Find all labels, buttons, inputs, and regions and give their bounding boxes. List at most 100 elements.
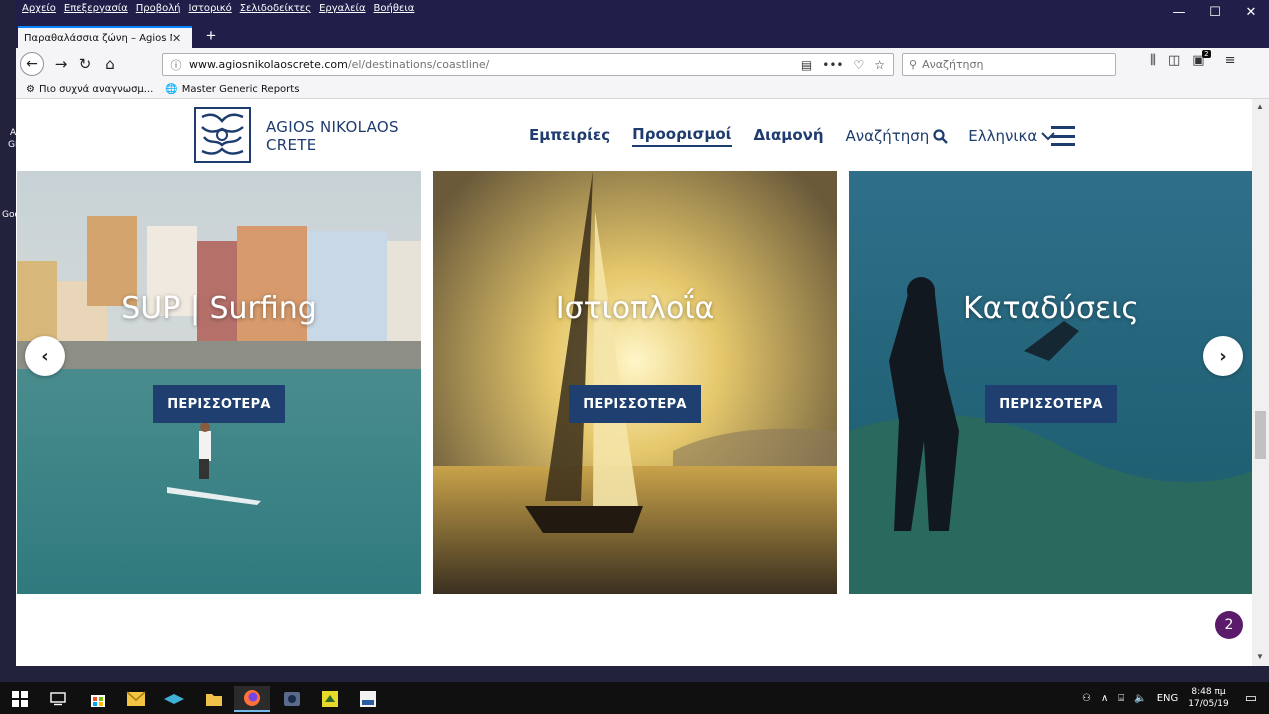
taskbar-app-blue[interactable] [156,686,192,712]
input-language[interactable]: ENG [1157,693,1179,704]
site-info-icon[interactable]: ⓘ [163,57,189,73]
menu-edit[interactable]: Επεξεργασία [64,3,128,14]
open-menu-icon[interactable]: ≡ [1225,53,1236,68]
nav-accommodation[interactable]: Διαμονή [754,126,824,146]
language-label: Ελληνικα [968,127,1038,145]
tab-active[interactable]: Παραθαλάσσια ζώνη – Agios Nikol ✕ [18,26,192,48]
bookmark-master-reports[interactable]: 🌐 Master Generic Reports [165,84,299,95]
main-nav: Εμπειρίες Προορισμοί Διαμονή Αναζήτηση Ε… [529,125,1055,147]
navigation-toolbar: ← → ↻ ⌂ ⓘ www.agiosnikolaoscrete.com /el… [16,48,1269,80]
search-placeholder: Αναζήτηση [922,58,984,71]
more-button[interactable]: ΠΕΡΙΣΣΟΤΕΡΑ [985,385,1117,423]
hamburger-menu-button[interactable] [1051,126,1075,146]
search-icon [933,128,949,144]
search-input[interactable]: ⚲ Αναζήτηση [902,53,1116,76]
language-selector[interactable]: Ελληνικα [968,127,1055,145]
back-button[interactable]: ← [20,52,44,76]
carousel-prev-button[interactable]: ‹ [25,336,65,376]
taskbar-store[interactable] [80,686,116,712]
app-icon [284,692,300,706]
forward-button[interactable]: → [50,53,72,75]
sailboat-photo [433,171,837,594]
url-path: /el/destinations/coastline/ [347,58,490,71]
task-view-icon [50,692,66,706]
taskbar-app-yellow[interactable] [312,686,348,712]
reload-button[interactable]: ↻ [74,53,96,75]
maximize-button[interactable]: ☐ [1197,0,1233,24]
system-tray: ⚇ ∧ ⌸ 🔈 ENG 8:48 πμ 17/05/19 ▭ [1082,682,1269,714]
notifications-icon[interactable]: ▭ [1245,691,1257,706]
diver-photo [849,171,1252,594]
logo-line-1: AGIOS NIKOLAOS [266,118,399,136]
bookmark-star-icon[interactable]: ☆ [874,58,885,72]
taskbar-app-camera[interactable] [274,686,310,712]
tab-title: Παραθαλάσσια ζώνη – Agios Nikol [24,32,172,44]
task-view-button[interactable] [40,686,76,712]
windows-icon [12,691,28,707]
network-icon[interactable]: ⌸ [1118,693,1124,704]
mail-icon [126,691,146,706]
new-tab-button[interactable]: + [200,26,222,46]
nav-destinations[interactable]: Προορισμοί [632,125,732,147]
clock[interactable]: 8:48 πμ 17/05/19 [1188,686,1228,710]
clock-time: 8:48 πμ [1191,687,1226,697]
page-actions-icon[interactable]: ••• [822,58,843,72]
harbor-photo [17,171,421,594]
bookmark-label: Master Generic Reports [181,83,300,95]
site-logo-icon[interactable] [194,107,251,163]
home-button[interactable]: ⌂ [99,53,121,75]
logo-line-2: CRETE [266,136,317,154]
carousel-next-button[interactable]: › [1203,336,1243,376]
nav-experiences[interactable]: Εμπειρίες [529,126,610,146]
scroll-down-icon[interactable]: ▼ [1256,652,1264,661]
menu-help[interactable]: Βοήθεια [374,3,415,14]
more-button[interactable]: ΠΕΡΙΣΣΟΤΕΡΑ [569,385,701,423]
notification-badge[interactable]: 2 [1215,611,1243,639]
taskbar-app-open[interactable] [350,686,386,712]
card-title: SUP | Surfing [121,291,317,326]
more-button[interactable]: ΠΕΡΙΣΣΟΤΕΡΑ [153,385,285,423]
start-button[interactable] [2,686,38,712]
show-hidden-icons[interactable]: ∧ [1101,693,1108,704]
extension-icon[interactable]: ▣ 2 [1192,50,1211,68]
menu-bar: Αρχείο Επεξεργασία Προβολή Ιστορικό Σελι… [22,3,414,14]
app-icon [322,691,338,707]
card-sailing[interactable]: Ιστιοπλοΐα ΠΕΡΙΣΣΟΤΕΡΑ [433,171,837,594]
scroll-up-icon[interactable]: ▲ [1256,102,1264,111]
taskbar: ⚇ ∧ ⌸ 🔈 ENG 8:48 πμ 17/05/19 ▭ [0,682,1269,714]
close-window-button[interactable]: ✕ [1233,0,1269,24]
site-logo-text[interactable]: AGIOS NIKOLAOS CRETE [266,118,399,154]
taskbar-file-explorer[interactable] [196,686,232,712]
bookmark-most-visited[interactable]: ⚙ Πιο συχνά αναγνωσμ... [26,84,153,95]
card-sup-surfing[interactable]: SUP | Surfing ΠΕΡΙΣΣΟΤΕΡΑ [17,171,421,594]
extension-badge: 2 [1202,50,1211,58]
card-diving[interactable]: Καταδύσεις ΠΕΡΙΣΣΟΤΕΡΑ [849,171,1252,594]
card-title: Καταδύσεις [963,291,1139,326]
web-page: AGIOS NIKOLAOS CRETE Εμπειρίες Προορισμο… [16,99,1252,666]
menu-view[interactable]: Προβολή [136,3,181,14]
app-icon [164,694,184,704]
tab-close-icon[interactable]: ✕ [172,32,181,45]
pocket-icon[interactable]: ♡ [853,58,864,72]
address-bar[interactable]: ⓘ www.agiosnikolaoscrete.com /el/destina… [162,53,894,76]
menu-history[interactable]: Ιστορικό [189,3,232,14]
bookmarks-toolbar: ⚙ Πιο συχνά αναγνωσμ... 🌐 Master Generic R… [16,80,1269,99]
search-icon: ⚲ [909,58,918,71]
menu-tools[interactable]: Εργαλεία [319,3,365,14]
people-icon[interactable]: ⚇ [1082,693,1091,704]
app-icon [360,691,376,707]
menu-bookmarks[interactable]: Σελιδοδείκτες [240,3,311,14]
reader-view-icon[interactable]: ▤ [801,58,812,72]
sidebar-icon[interactable]: ◫ [1168,53,1180,68]
nav-search-label: Αναζήτηση [845,127,930,145]
nav-search[interactable]: Αναζήτηση [846,127,949,145]
menu-file[interactable]: Αρχείο [22,3,56,14]
taskbar-firefox[interactable] [234,686,270,712]
taskbar-mail[interactable] [118,686,154,712]
page-scrollbar[interactable]: ▲ ▼ [1252,99,1269,666]
globe-icon: 🌐 [165,83,178,95]
volume-icon[interactable]: 🔈 [1134,693,1146,704]
minimize-button[interactable]: — [1161,0,1197,24]
scrollbar-thumb[interactable] [1255,411,1266,459]
library-icon[interactable]: ⫼ [1150,53,1156,68]
